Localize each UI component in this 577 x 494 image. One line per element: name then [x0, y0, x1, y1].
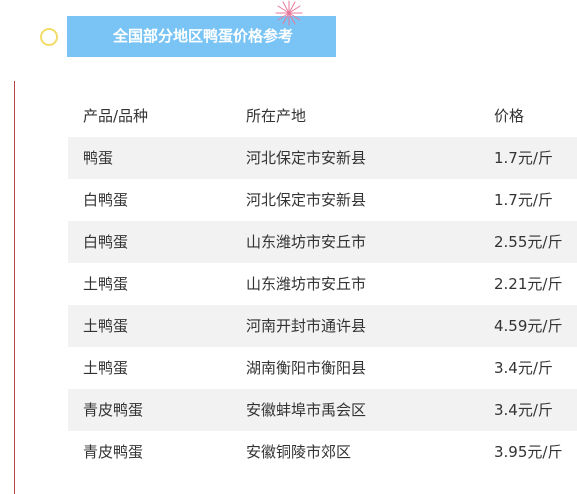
table-row: 青皮鸭蛋 安徽蚌埠市禹会区 3.4元/斤	[68, 389, 577, 431]
table-header-row: 产品/品种 所在产地 价格	[68, 95, 577, 137]
cell-origin: 河南开封市通许县	[246, 317, 367, 335]
cell-price: 1.7元/斤	[494, 191, 553, 209]
table-row: 土鸭蛋 山东潍坊市安丘市 2.21元/斤	[68, 263, 577, 305]
cell-product: 白鸭蛋	[83, 233, 129, 251]
cell-origin: 安徽铜陵市郊区	[246, 443, 352, 461]
cell-origin: 河北保定市安新县	[246, 149, 367, 167]
cell-product: 青皮鸭蛋	[83, 401, 144, 419]
cell-price: 3.95元/斤	[494, 443, 563, 461]
cell-product: 白鸭蛋	[83, 191, 129, 209]
cell-product: 土鸭蛋	[83, 359, 129, 377]
cell-origin: 湖南衡阳市衡阳县	[246, 359, 367, 377]
article-page: 全国部分地区鸭蛋价格参考 产品/品种 所在产地 价格 鸭蛋 河北保定市安新县 1…	[0, 0, 577, 494]
cell-price: 3.4元/斤	[494, 401, 553, 419]
cell-origin: 山东潍坊市安丘市	[246, 233, 367, 251]
table-row: 土鸭蛋 河南开封市通许县 4.59元/斤	[68, 305, 577, 347]
cell-price: 4.59元/斤	[494, 317, 563, 335]
cell-price: 1.7元/斤	[494, 149, 553, 167]
table-row: 青皮鸭蛋 安徽铜陵市郊区 3.95元/斤	[68, 431, 577, 473]
circle-decoration-icon	[40, 28, 58, 46]
cell-origin: 安徽蚌埠市禹会区	[246, 401, 367, 419]
table-row: 鸭蛋 河北保定市安新县 1.7元/斤	[68, 137, 577, 179]
table-row: 白鸭蛋 河北保定市安新县 1.7元/斤	[68, 179, 577, 221]
cell-product: 土鸭蛋	[83, 275, 129, 293]
cell-product: 土鸭蛋	[83, 317, 129, 335]
cell-price: 3.4元/斤	[494, 359, 553, 377]
cell-product: 青皮鸭蛋	[83, 443, 144, 461]
price-table: 产品/品种 所在产地 价格 鸭蛋 河北保定市安新县 1.7元/斤 白鸭蛋 河北保…	[68, 95, 577, 473]
cell-price: 2.55元/斤	[494, 233, 563, 251]
left-divider-line	[14, 81, 15, 494]
cell-origin: 山东潍坊市安丘市	[246, 275, 367, 293]
cell-product: 鸭蛋	[83, 149, 114, 167]
cell-origin: 河北保定市安新县	[246, 191, 367, 209]
table-row: 白鸭蛋 山东潍坊市安丘市 2.55元/斤	[68, 221, 577, 263]
header-origin: 所在产地	[246, 107, 307, 125]
cell-price: 2.21元/斤	[494, 275, 563, 293]
header-price: 价格	[494, 107, 525, 125]
header-product: 产品/品种	[83, 107, 149, 125]
table-row: 土鸭蛋 湖南衡阳市衡阳县 3.4元/斤	[68, 347, 577, 389]
page-title: 全国部分地区鸭蛋价格参考	[113, 27, 294, 45]
